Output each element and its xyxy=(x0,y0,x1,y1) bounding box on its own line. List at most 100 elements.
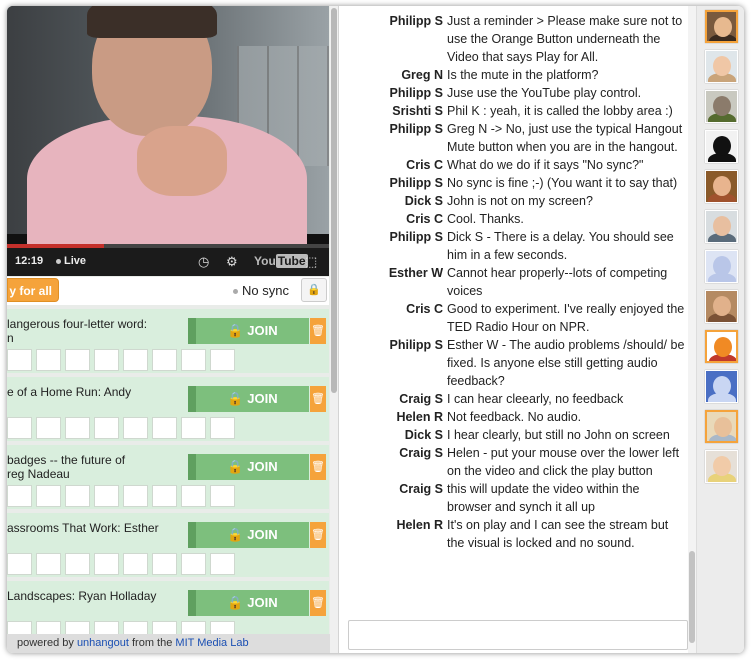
attendee-slot xyxy=(94,553,119,575)
chat-message: Craig S this will update the video within… xyxy=(339,480,689,516)
unhangout-link[interactable]: unhangout xyxy=(77,637,129,649)
chat-message: Craig S Helen - put your mouse over the l… xyxy=(339,444,689,480)
lock-icon: 🔒 xyxy=(227,391,244,406)
attendee-slot xyxy=(123,349,148,371)
chat-message: Craig S I can hear cleearly, no feedback xyxy=(339,390,689,408)
chat-input[interactable] xyxy=(348,620,688,650)
attendee-slot xyxy=(7,349,32,371)
trash-icon[interactable]: 🗑 xyxy=(310,318,326,344)
attendee-slot xyxy=(94,349,119,371)
attendee-slot xyxy=(36,417,61,439)
chat-message: Cris C Good to experiment. I've really en… xyxy=(339,300,689,336)
chat-text: Is the mute in the platform? xyxy=(447,68,599,82)
trash-icon[interactable]: 🗑 xyxy=(310,386,326,412)
session-title: e of a Home Run: Andy xyxy=(7,385,132,399)
gear-icon[interactable]: ⚙ xyxy=(226,254,238,270)
video-player[interactable]: 12:19 Live ◷ ⚙ You Tube ⬚ xyxy=(7,6,329,276)
attendee-slot xyxy=(123,417,148,439)
chat-text: Phil K : yeah, it is called the lobby ar… xyxy=(447,104,673,118)
lock-icon: 🔒 xyxy=(227,459,244,474)
attendee-slot xyxy=(123,553,148,575)
chat-text: No sync is fine ;-) (You want it to say … xyxy=(447,176,678,190)
avatar-10[interactable] xyxy=(705,370,738,403)
video-toolbar: y for all No sync 🔒 xyxy=(7,277,329,305)
attendee-slot xyxy=(94,485,119,507)
chat-message: Philipp S Juse use the YouTube play contr… xyxy=(339,84,689,102)
chat-author: Philipp S xyxy=(389,176,443,190)
app-window: 12:19 Live ◷ ⚙ You Tube ⬚ y for all No sy… xyxy=(7,6,744,653)
avatar-3[interactable] xyxy=(705,90,738,123)
chat-text: Dick S - There is a delay. You should se… xyxy=(447,230,674,262)
trash-icon[interactable]: 🗑 xyxy=(310,590,326,616)
attendee-slot xyxy=(7,417,32,439)
join-button[interactable]: 🔒 JOIN xyxy=(188,590,309,616)
avatar-4[interactable] xyxy=(705,130,738,163)
chat-text: this will update the video within the br… xyxy=(447,482,640,514)
attendee-slot xyxy=(210,349,235,371)
chat-author: Craig S xyxy=(399,446,443,460)
chat-author: Philipp S xyxy=(389,122,443,136)
attendee-slot xyxy=(94,417,119,439)
attendee-slot xyxy=(152,417,177,439)
avatar-6[interactable] xyxy=(705,210,738,243)
avatar-12[interactable] xyxy=(705,450,738,483)
attendee-slot xyxy=(181,349,206,371)
trash-icon[interactable]: 🗑 xyxy=(310,454,326,480)
play-for-all-button[interactable]: y for all xyxy=(7,278,59,302)
avatar-1[interactable] xyxy=(705,10,738,43)
join-button[interactable]: 🔒 JOIN xyxy=(188,454,309,480)
avatar-9[interactable] xyxy=(705,330,738,363)
video-controls: 12:19 Live ◷ ⚙ You Tube ⬚ xyxy=(7,248,329,276)
clock-icon[interactable]: ◷ xyxy=(198,254,209,270)
attendee-slot xyxy=(181,417,206,439)
chat-message: Cris C What do we do if it says "No sync?… xyxy=(339,156,689,174)
chat-message: Helen R It's on play and I can see the st… xyxy=(339,516,689,552)
chat-message: Philipp S No sync is fine ;-) (You want i… xyxy=(339,174,689,192)
live-indicator[interactable]: Live xyxy=(56,255,86,267)
attendee-slot xyxy=(7,485,32,507)
chat-scrollbar[interactable] xyxy=(688,6,696,653)
avatar-2[interactable] xyxy=(705,50,738,83)
lock-icon: 🔒 xyxy=(307,284,321,296)
chat-text: Cannot hear properly--lots of competing … xyxy=(447,266,668,298)
attendee-slot xyxy=(65,417,90,439)
attendee-slot xyxy=(36,553,61,575)
avatar-5[interactable] xyxy=(705,170,738,203)
session-row: langerous four-letter word: n 🔒 JOIN 🗑 xyxy=(7,309,329,373)
chat-author: Helen R xyxy=(396,518,443,532)
join-button[interactable]: 🔒 JOIN xyxy=(188,386,309,412)
sync-status: No sync xyxy=(233,283,289,298)
footer-prefix: powered by xyxy=(17,637,77,649)
lock-icon: 🔒 xyxy=(227,527,244,542)
lock-button[interactable]: 🔒 xyxy=(301,278,327,302)
join-button[interactable]: 🔒 JOIN xyxy=(188,318,309,344)
media-lab-link[interactable]: MIT Media Lab xyxy=(175,637,248,649)
join-button[interactable]: 🔒 JOIN xyxy=(188,522,309,548)
sync-status-label: No sync xyxy=(242,283,289,298)
trash-icon[interactable]: 🗑 xyxy=(310,522,326,548)
avatar-7[interactable] xyxy=(705,250,738,283)
chat-message: Dick S I hear clearly, but still no John … xyxy=(339,426,689,444)
session-title: assrooms That Work: Esther xyxy=(7,521,159,535)
chat-author: Philipp S xyxy=(389,338,443,352)
chat-author: Craig S xyxy=(399,392,443,406)
join-label: JOIN xyxy=(247,391,278,406)
chat-author: Helen R xyxy=(396,410,443,424)
avatar-11[interactable] xyxy=(705,410,738,443)
chat-author: Philipp S xyxy=(389,230,443,244)
chat-message: Helen R Not feedback. No audio. xyxy=(339,408,689,426)
avatar-8[interactable] xyxy=(705,290,738,323)
chat-message: Philipp S Greg N -> No, just use the typi… xyxy=(339,120,689,156)
attendee-slot xyxy=(181,485,206,507)
fullscreen-icon[interactable]: ⬚ xyxy=(305,254,317,270)
left-scrollbar[interactable] xyxy=(330,6,338,653)
attendee-slot xyxy=(210,485,235,507)
footer: powered by unhangout from the MIT Media … xyxy=(7,634,330,653)
footer-middle: from the xyxy=(128,637,176,649)
attendee-slot xyxy=(7,553,32,575)
chat-author: Philipp S xyxy=(389,14,443,28)
lock-icon: 🔒 xyxy=(227,323,244,338)
attendee-slot xyxy=(36,349,61,371)
youtube-logo[interactable]: You Tube xyxy=(254,254,308,268)
chat-text: Just a reminder > Please make sure not t… xyxy=(447,14,683,64)
